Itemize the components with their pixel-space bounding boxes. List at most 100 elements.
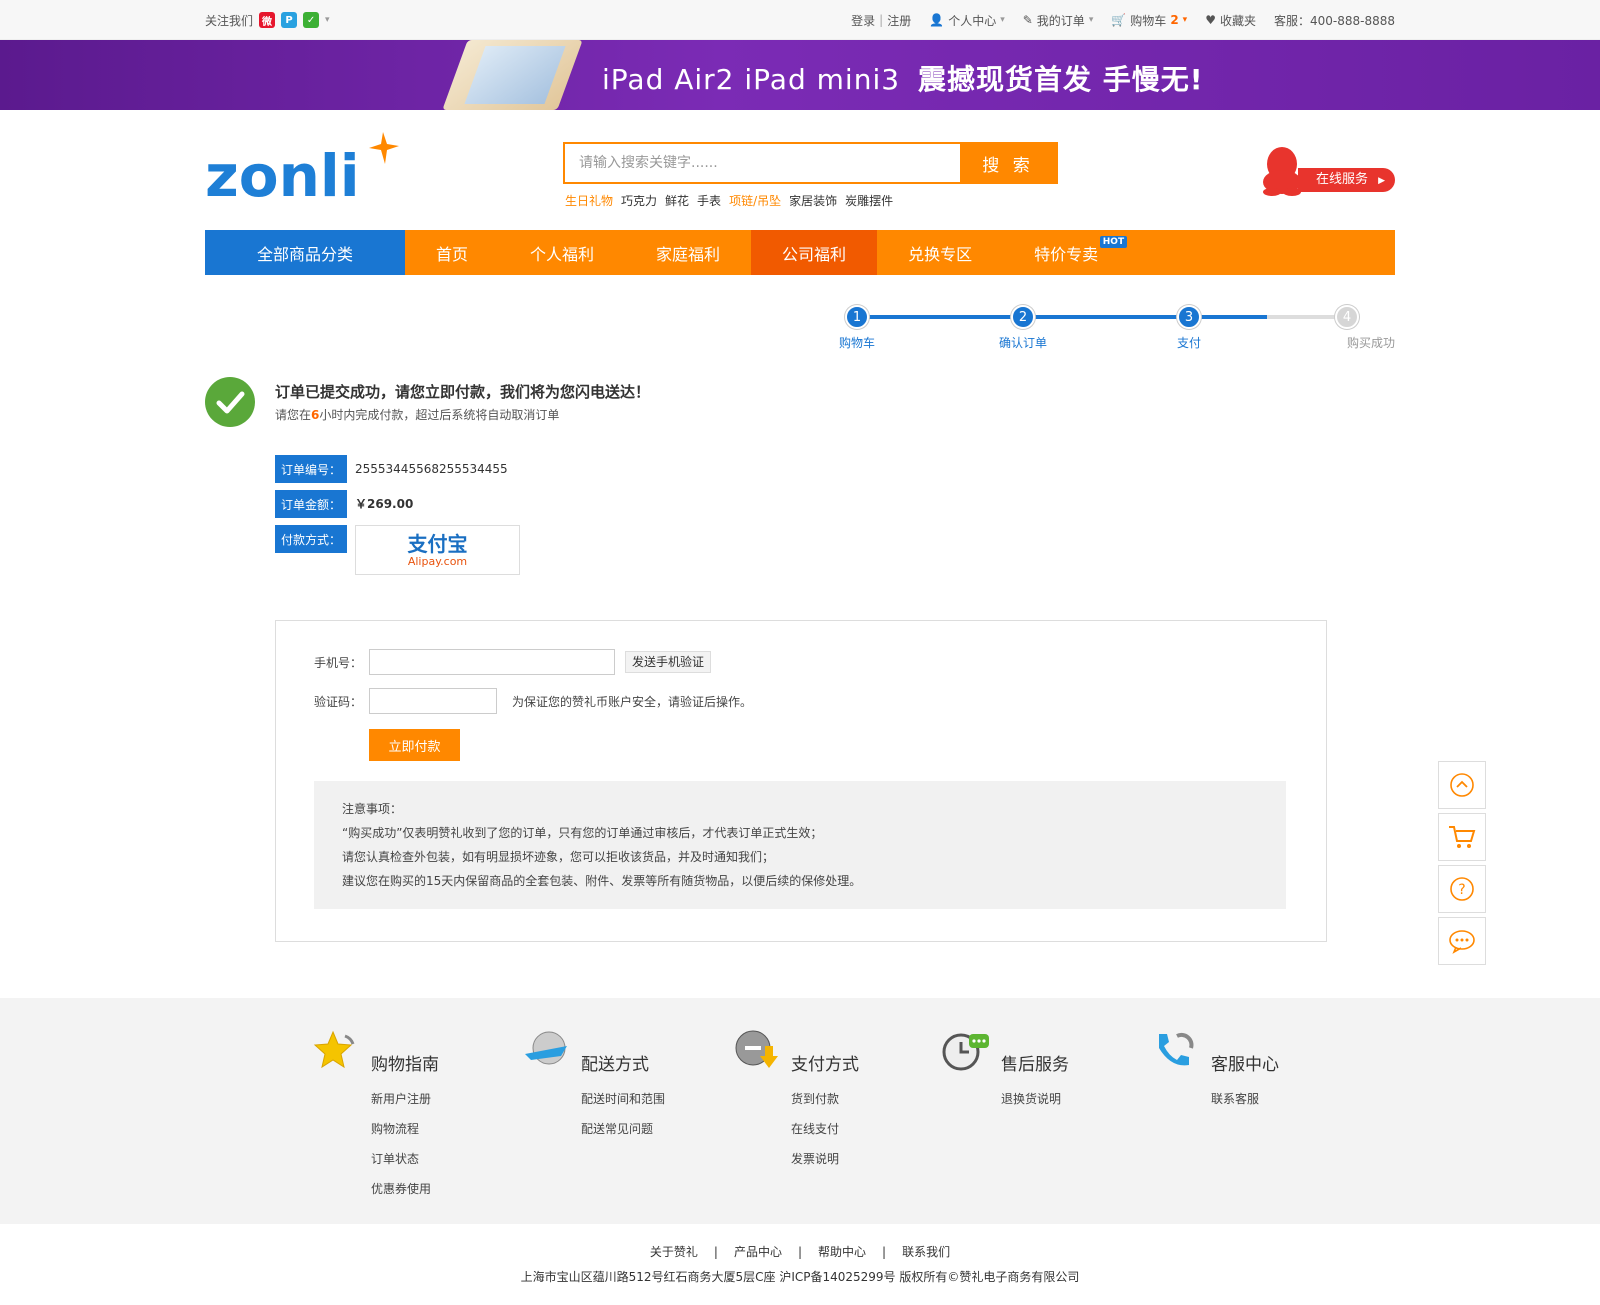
banner-text-slogan: 震撼现货首发 手慢无! [918, 63, 1204, 96]
top-bar: 关注我们 微 P ✓ ▾ 登录 | 注册 👤 个人中心 ▾ ✎ 我的订单 ▾ 🛒… [0, 0, 1600, 40]
footer-link[interactable]: 购物流程 [371, 1114, 431, 1144]
payment-method-label: 付款方式： [275, 525, 347, 553]
promo-banner[interactable]: iPad Air2 iPad mini3 震撼现货首发 手慢无! [0, 40, 1600, 110]
footer-col-title: 支付方式 [791, 1055, 859, 1075]
about-link[interactable]: 关于赞礼 [650, 1245, 698, 1259]
cart-menu[interactable]: 🛒 购物车 2 ▾ [1111, 12, 1187, 29]
footer-link[interactable]: 退换货说明 [1001, 1084, 1061, 1114]
favorites-link[interactable]: ♥ 收藏夹 [1205, 12, 1256, 29]
weibo-icon[interactable]: 微 [259, 12, 276, 28]
all-categories-button[interactable]: 全部商品分类 [205, 230, 405, 275]
success-title: 订单已提交成功，请您立即付款，我们将为您闪电送达！ [275, 383, 651, 401]
order-amount-value: ￥269.00 [355, 497, 414, 511]
payment-verification-panel: 手机号： 发送手机验证 验证码： 为保证您的赞礼币账户安全，请验证后操作。 立即… [275, 620, 1327, 942]
float-cart-button[interactable] [1438, 813, 1486, 861]
order-number-label: 订单编号： [275, 455, 347, 483]
step-4-label: 购买成功 [1346, 336, 1395, 350]
code-hint: 为保证您的赞礼币账户安全，请验证后操作。 [512, 694, 753, 709]
footer-link[interactable]: 货到付款 [791, 1084, 839, 1114]
code-label: 验证码： [314, 694, 363, 709]
footer-link[interactable]: 配送时间和范围 [581, 1084, 665, 1114]
hotword-link[interactable]: 鲜花 [665, 192, 689, 209]
success-subtitle: 请您在6小时内完成付款，超过后系统将自动取消订单 [275, 406, 559, 423]
nav-company-welfare[interactable]: 公司福利 [751, 230, 878, 275]
phone-label: 手机号： [314, 655, 363, 670]
copyright: 上海市宝山区蕴川路512号红石商务大厦5层C座 沪ICP备14025299号 版… [520, 1270, 1080, 1284]
online-service[interactable]: 在线服务 ▶ [1260, 146, 1395, 198]
personal-center-menu[interactable]: 👤 个人中心 ▾ [929, 12, 1005, 29]
success-subtitle-b: 小时内完成付款，超过后系统将自动取消订单 [319, 408, 560, 422]
step-3-label: 支付 [1176, 336, 1201, 350]
login-link[interactable]: 登录 [851, 12, 875, 29]
chevron-up-icon [1450, 773, 1474, 797]
nav-special-sale[interactable]: 特价专卖 HOT [1003, 230, 1129, 275]
divider: | [879, 13, 884, 27]
chat-button[interactable] [1438, 917, 1486, 965]
footer-link[interactable]: 发票说明 [791, 1144, 839, 1174]
footer-col-title: 客服中心 [1211, 1055, 1279, 1075]
divider: | [797, 1245, 803, 1259]
hotword-link[interactable]: 生日礼物 [565, 192, 613, 209]
products-link[interactable]: 产品中心 [734, 1245, 782, 1259]
step-1-label: 购物车 [838, 336, 875, 350]
help-button[interactable]: ? [1438, 865, 1486, 913]
heart-icon: ♥ [1205, 13, 1216, 27]
chevron-right-icon: ▶ [1378, 176, 1386, 186]
nav-personal-welfare[interactable]: 个人福利 [499, 230, 625, 275]
footer-link[interactable]: 联系客服 [1211, 1084, 1259, 1114]
register-link[interactable]: 注册 [887, 12, 911, 29]
footer-link[interactable]: 新用户注册 [371, 1084, 431, 1114]
step-1-dot: 1 [845, 305, 869, 329]
pay-now-button[interactable]: 立即付款 [369, 729, 460, 761]
divider: | [713, 1245, 718, 1259]
check-icon [205, 377, 255, 427]
cart-label: 购物车 [1130, 13, 1167, 28]
alipay-option[interactable]: 支付宝 Alipay.com [355, 525, 520, 575]
nav-family-welfare[interactable]: 家庭福利 [625, 230, 751, 275]
hotword-link[interactable]: 巧克力 [621, 192, 657, 209]
nav-home[interactable]: 首页 [405, 230, 499, 275]
clock-chat-icon [942, 1033, 989, 1071]
nav-exchange-zone[interactable]: 兑换专区 [877, 230, 1003, 275]
search-button[interactable]: 搜 索 [960, 144, 1056, 182]
send-sms-button[interactable]: 发送手机验证 [625, 651, 712, 673]
footer-col-title: 售后服务 [1001, 1055, 1069, 1075]
online-service-button[interactable]: 在线服务 ▶ [1298, 168, 1395, 192]
footer: 购物指南 新用户注册 购物流程 订单状态 优惠券使用 配送方式 配送时间和范围 … [0, 998, 1600, 1224]
footer-link[interactable]: 在线支付 [791, 1114, 839, 1144]
hotword-link[interactable]: 家居装饰 [789, 192, 837, 209]
zonli-logo[interactable]: zonli [205, 128, 405, 208]
verification-code-input[interactable] [369, 688, 497, 714]
hotword-link[interactable]: 项链/吊坠 [729, 192, 781, 209]
order-progress: 1 2 3 4 购物车 确认订单 支付 购买成功 [205, 275, 1395, 355]
footer-link[interactable]: 配送常见问题 [581, 1114, 665, 1144]
banner-text: iPad Air2 iPad mini3 震撼现货首发 手慢无! [602, 58, 1204, 98]
phone-input[interactable] [369, 649, 615, 675]
my-orders-menu[interactable]: ✎ 我的订单 ▾ [1023, 12, 1094, 29]
back-to-top-button[interactable] [1438, 761, 1486, 809]
notes-title: 注意事项： [342, 802, 403, 816]
question-icon: ? [1450, 877, 1474, 901]
banner-text-models: iPad Air2 iPad mini3 [602, 63, 901, 96]
hot-keywords: 生日礼物 巧克力 鲜花 手表 项链/吊坠 家居装饰 炭雕摆件 [565, 192, 893, 209]
tencent-weibo-icon[interactable]: P [281, 12, 298, 28]
search-input[interactable]: 请输入搜索关键字...... [565, 144, 960, 182]
step-3-dot: 3 [1177, 305, 1201, 329]
wechat-icon[interactable]: ✓ [303, 12, 320, 28]
progress-line-done [857, 315, 1267, 319]
notes-line: “购买成功”仅表明赞礼收到了您的订单，只有您的订单通过审核后，才代表订单正式生效… [342, 826, 823, 840]
chevron-down-icon[interactable]: ▾ [325, 15, 330, 25]
contact-link[interactable]: 联系我们 [902, 1245, 950, 1259]
footer-link[interactable]: 订单状态 [371, 1144, 431, 1174]
header: zonli 请输入搜索关键字...... 搜 索 生日礼物 巧克力 鲜花 手表 … [205, 110, 1395, 230]
order-number-value: 25553445568255534455 [355, 462, 508, 476]
help-link[interactable]: 帮助中心 [818, 1245, 866, 1259]
footer-link[interactable]: 优惠券使用 [371, 1174, 431, 1204]
nav-special-sale-label: 特价专卖 [1034, 244, 1099, 264]
personal-center-label: 个人中心 [948, 13, 997, 28]
hotword-link[interactable]: 炭雕摆件 [845, 192, 893, 209]
cart-icon: 🛒 [1111, 13, 1127, 27]
bottom-links: 关于赞礼 | 产品中心 | 帮助中心 | 联系我们 [0, 1240, 1600, 1265]
chevron-down-icon: ▾ [1088, 15, 1094, 25]
hotword-link[interactable]: 手表 [697, 192, 721, 209]
